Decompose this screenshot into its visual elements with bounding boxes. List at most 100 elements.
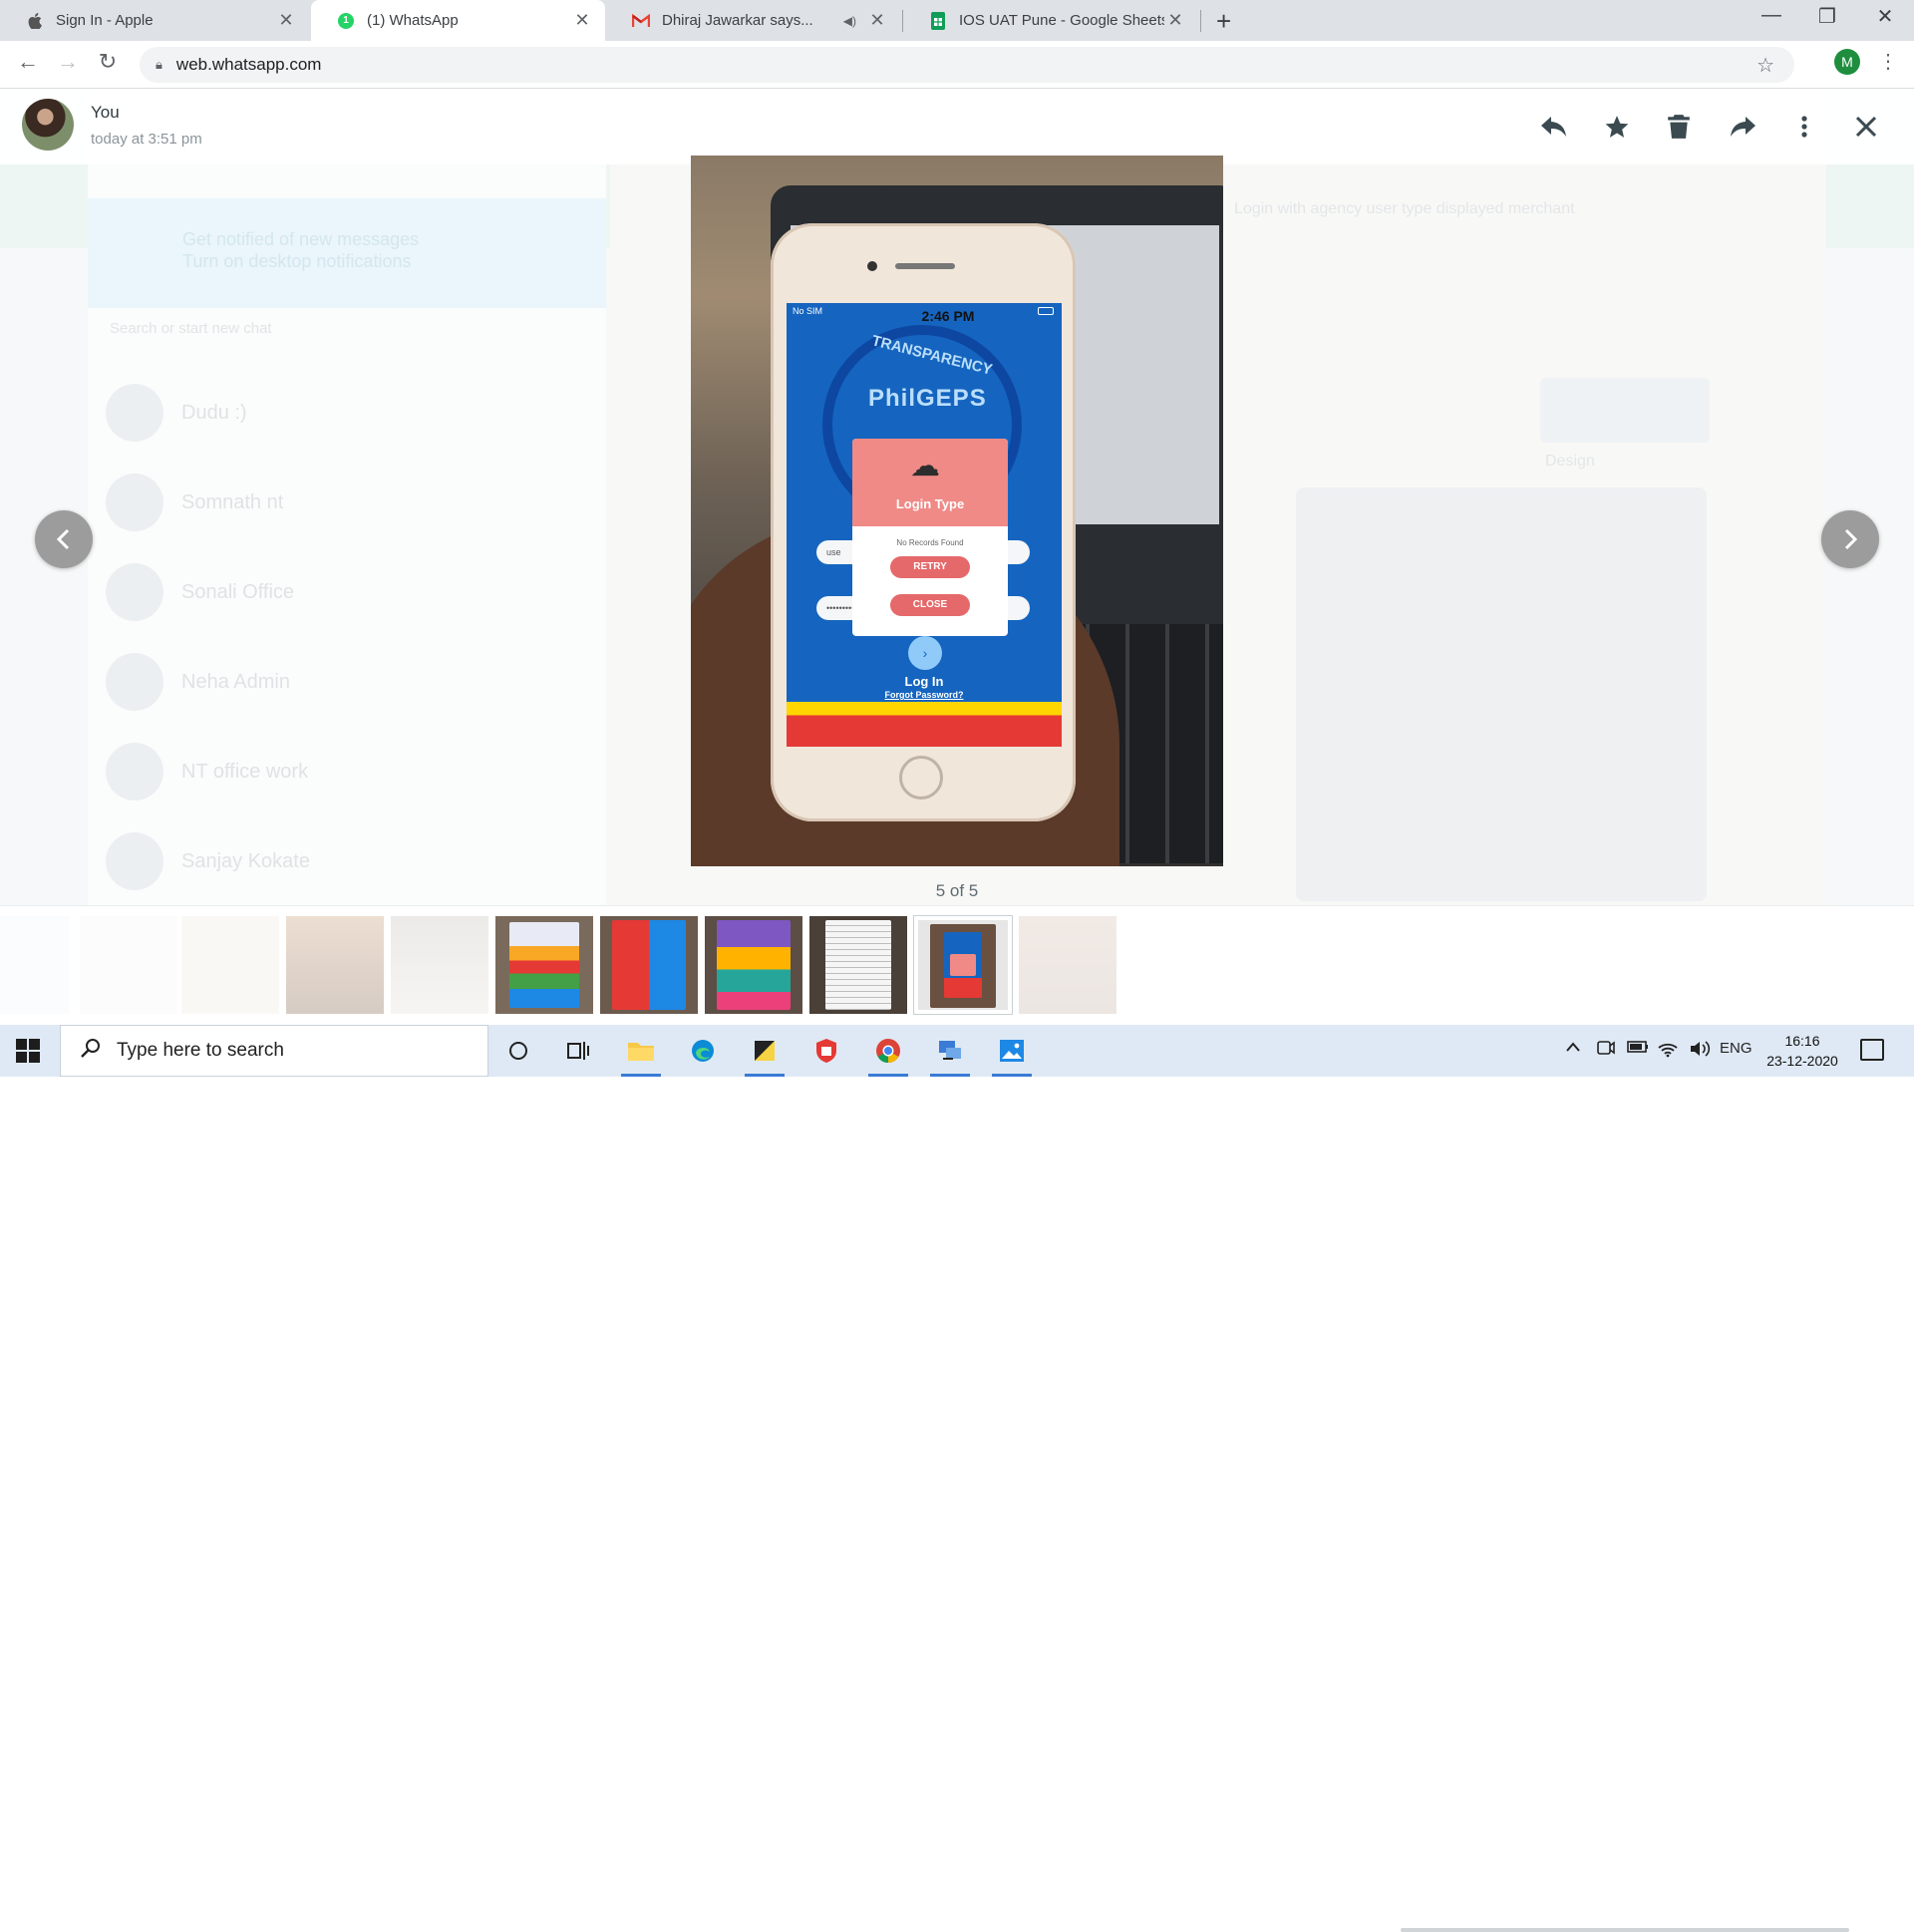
forward-icon[interactable]: [1725, 109, 1760, 145]
reload-icon[interactable]: ↻: [92, 49, 124, 75]
next-media-button[interactable]: [1821, 510, 1879, 568]
media-thumbnail[interactable]: [809, 916, 907, 1014]
reply-icon[interactable]: [1536, 109, 1572, 145]
media-thumbnail[interactable]: [80, 916, 177, 1014]
notification-banner: Get notified of new messages Turn on des…: [88, 198, 606, 308]
edge-icon[interactable]: [675, 1025, 731, 1077]
meet-now-icon[interactable]: [1597, 1040, 1615, 1060]
tab-close-icon[interactable]: ✕: [1164, 10, 1186, 31]
thumbnail-scrollbar[interactable]: [1401, 1928, 1849, 1932]
taskbar-clock[interactable]: 16:16 23-12-2020: [1762, 1031, 1842, 1071]
login-type-dialog: ☁ Login Type No Records Found RETRY CLOS…: [852, 439, 1008, 636]
battery-icon: [1038, 307, 1054, 315]
chat-name: Sonali Office: [181, 580, 295, 603]
chevron-up-icon[interactable]: [1565, 1040, 1581, 1057]
media-thumbnail[interactable]: [1019, 916, 1116, 1014]
address-bar[interactable]: 🔒︎ web.whatsapp.com ☆: [140, 47, 1794, 83]
conversation-message: Login with agency user type displayed me…: [1234, 200, 1575, 217]
notification-subtext: Turn on desktop notifications: [182, 251, 412, 271]
media-counter: 5 of 5: [935, 881, 979, 900]
chat-name: NT office work: [181, 760, 309, 783]
avatar[interactable]: [22, 99, 74, 151]
close-button: CLOSE: [890, 594, 970, 616]
star-icon[interactable]: [1599, 109, 1635, 145]
avatar: [106, 474, 163, 531]
media-thumbnail[interactable]: [181, 916, 279, 1014]
tab-sign-in-apple[interactable]: Sign In - Apple ✕: [0, 0, 309, 41]
avatar: [106, 743, 163, 801]
menu-icon[interactable]: [1786, 109, 1822, 145]
speaker-icon[interactable]: ◀): [843, 14, 856, 28]
chat-name: Neha Admin: [181, 670, 290, 693]
retry-button: RETRY: [890, 556, 970, 578]
login-label: Log In: [904, 674, 944, 689]
lock-icon[interactable]: 🔒︎: [156, 57, 162, 73]
cloud-error-icon: ☁: [910, 450, 940, 483]
phone-clock: 2:46 PM: [921, 308, 975, 324]
taskbar-search-input[interactable]: Type here to search: [60, 1025, 488, 1077]
app-brand: PhilGEPS: [868, 385, 987, 412]
minimize-icon[interactable]: —: [1749, 4, 1794, 27]
media-thumbnail[interactable]: [600, 916, 698, 1014]
task-view-icon[interactable]: [550, 1025, 606, 1077]
window-close-icon[interactable]: ✕: [1862, 4, 1908, 29]
sticky-notes-icon[interactable]: [737, 1025, 793, 1077]
forgot-password-link: Forgot Password?: [884, 690, 964, 700]
phone-in-photo: No SIM 2:46 PM TRANSPARENCY PhilGEPS •••…: [771, 223, 1076, 821]
cortana-icon[interactable]: [490, 1025, 546, 1077]
media-thumbnail[interactable]: [705, 916, 802, 1014]
url-text: web.whatsapp.com: [175, 55, 322, 74]
profile-avatar[interactable]: M: [1834, 49, 1860, 75]
media-thumbnail[interactable]: [495, 916, 593, 1014]
avatar: [106, 384, 163, 442]
battery-tray-icon[interactable]: [1627, 1040, 1649, 1058]
tab-separator: [1200, 10, 1201, 32]
delete-icon[interactable]: [1661, 109, 1697, 145]
notification-center-icon[interactable]: [1860, 1039, 1884, 1061]
media-thumbnail[interactable]: [391, 916, 488, 1014]
previous-media-button[interactable]: [35, 510, 93, 568]
media-thumbnail[interactable]: [0, 916, 70, 1014]
thumbnail-dialog: [950, 954, 976, 976]
tab-title: Dhiraj Jawarkar says...: [662, 12, 813, 29]
tab-close-icon[interactable]: ✕: [866, 10, 888, 31]
list-item: Somnath nt: [88, 458, 606, 547]
notification-text: Get notified of new messages: [182, 229, 420, 249]
carrier-label: No SIM: [793, 306, 823, 316]
chat-name: Somnath nt: [181, 490, 284, 513]
tab-google-sheets[interactable]: IOS UAT Pune - Google Sheets ✕: [903, 0, 1198, 41]
file-explorer-icon[interactable]: [613, 1025, 669, 1077]
forward-nav-icon[interactable]: →: [52, 49, 84, 75]
media-viewer-header: You today at 3:51 pm: [0, 89, 1914, 164]
chat-list: Dudu :) Somnath nt Sonali Office Neha Ad…: [88, 368, 606, 906]
bookmark-star-icon[interactable]: ☆: [1756, 53, 1774, 78]
go-arrow-icon: ›: [908, 636, 942, 670]
volume-icon[interactable]: [1689, 1040, 1711, 1062]
close-icon[interactable]: [1848, 109, 1884, 145]
windows-taskbar: Type here to search ENG 16:16 23-12-2020: [0, 1025, 1914, 1077]
tab-whatsapp[interactable]: 1 (1) WhatsApp ✕: [311, 0, 605, 41]
new-tab-button[interactable]: +: [1216, 6, 1231, 37]
restore-icon[interactable]: ❐: [1804, 4, 1850, 29]
tab-title: Sign In - Apple: [56, 12, 154, 29]
photos-icon[interactable]: [984, 1025, 1040, 1077]
back-icon[interactable]: ←: [12, 49, 44, 75]
windows-start-icon[interactable]: [16, 1039, 40, 1063]
browser-tab-strip: Sign In - Apple ✕ 1 (1) WhatsApp ✕ Dhira…: [0, 0, 1914, 41]
tab-close-icon[interactable]: ✕: [571, 10, 593, 31]
sender-name: You: [91, 103, 120, 122]
media-thumbnail[interactable]: [286, 916, 384, 1014]
message-image: [1296, 487, 1707, 901]
tab-gmail[interactable]: Dhiraj Jawarkar says... ◀) ✕: [606, 0, 900, 41]
wifi-icon[interactable]: [1657, 1040, 1679, 1062]
remote-desktop-icon[interactable]: [922, 1025, 978, 1077]
clock-time: 16:16: [1784, 1033, 1820, 1049]
media-thumbnail-selected[interactable]: [914, 916, 1012, 1014]
avatar: [106, 563, 163, 621]
chrome-icon[interactable]: [860, 1025, 916, 1077]
security-app-icon[interactable]: [798, 1025, 854, 1077]
browser-menu-icon[interactable]: ⋮: [1878, 49, 1898, 74]
language-indicator[interactable]: ENG: [1720, 1040, 1753, 1057]
app-footer-wave: [787, 702, 1062, 747]
tab-close-icon[interactable]: ✕: [275, 10, 297, 31]
